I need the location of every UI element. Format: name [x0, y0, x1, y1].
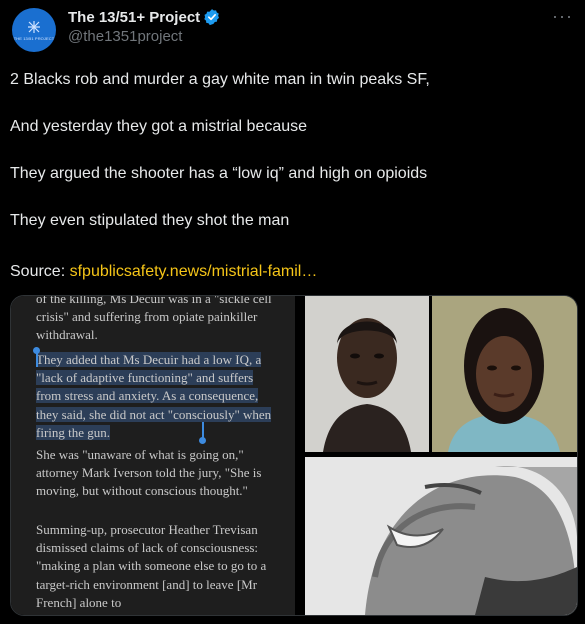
article-paragraph: of the killing, Ms Decuir was in a "sick…: [36, 296, 272, 343]
mugshot-man-image: [305, 296, 429, 452]
mugshot-photo[interactable]: [305, 296, 429, 452]
selected-text: They added that Ms Decuir had a low IQ, …: [36, 352, 272, 440]
project-logo-icon: [28, 20, 40, 33]
victim-photo[interactable]: [305, 457, 577, 615]
article-paragraph-highlighted: They added that Ms Decuir had a low IQ, …: [36, 351, 274, 442]
article-screenshot[interactable]: of the killing, Ms Decuir was in a "sick…: [11, 296, 295, 615]
more-options-button[interactable]: ···: [552, 6, 573, 27]
mugshot-woman-image: [432, 296, 577, 452]
tweet-line: And yesterday they got a mistrial becaus…: [10, 118, 308, 135]
smiling-man-image: [305, 457, 577, 615]
tweet-text: 2 Blacks rob and murder a gay white man …: [10, 70, 570, 258]
tweet-line: 2 Blacks rob and murder a gay white man …: [10, 71, 430, 88]
source-label: Source:: [10, 263, 66, 280]
selection-start-bar: [36, 351, 38, 367]
tweet-line: They argued the shooter has a “low iq” a…: [10, 165, 428, 182]
article-paragraph: Summing-up, prosecutor Heather Trevisan …: [36, 522, 267, 610]
mugshot-photo[interactable]: [432, 296, 577, 452]
media-collage[interactable]: of the killing, Ms Decuir was in a "sick…: [10, 295, 578, 616]
verified-badge-icon[interactable]: [203, 8, 221, 26]
display-name[interactable]: The 13/51+ Project: [68, 9, 200, 26]
avatar[interactable]: THE 13/51 PROJECT: [12, 8, 56, 52]
avatar-label: THE 13/51 PROJECT: [13, 35, 55, 41]
media-divider: [295, 296, 305, 615]
source-link[interactable]: sfpublicsafety.news/mistrial-famil…: [70, 263, 318, 280]
tweet-line: They even stipulated they shot the man: [10, 212, 290, 229]
author-name-row: The 13/51+ Project: [68, 8, 221, 26]
selection-end-handle[interactable]: [199, 437, 206, 444]
user-handle[interactable]: @the1351project: [68, 28, 182, 45]
source-line: Source: sfpublicsafety.news/mistrial-fam…: [10, 262, 317, 282]
article-paragraph: She was "unaware of what is going on," a…: [36, 447, 262, 499]
